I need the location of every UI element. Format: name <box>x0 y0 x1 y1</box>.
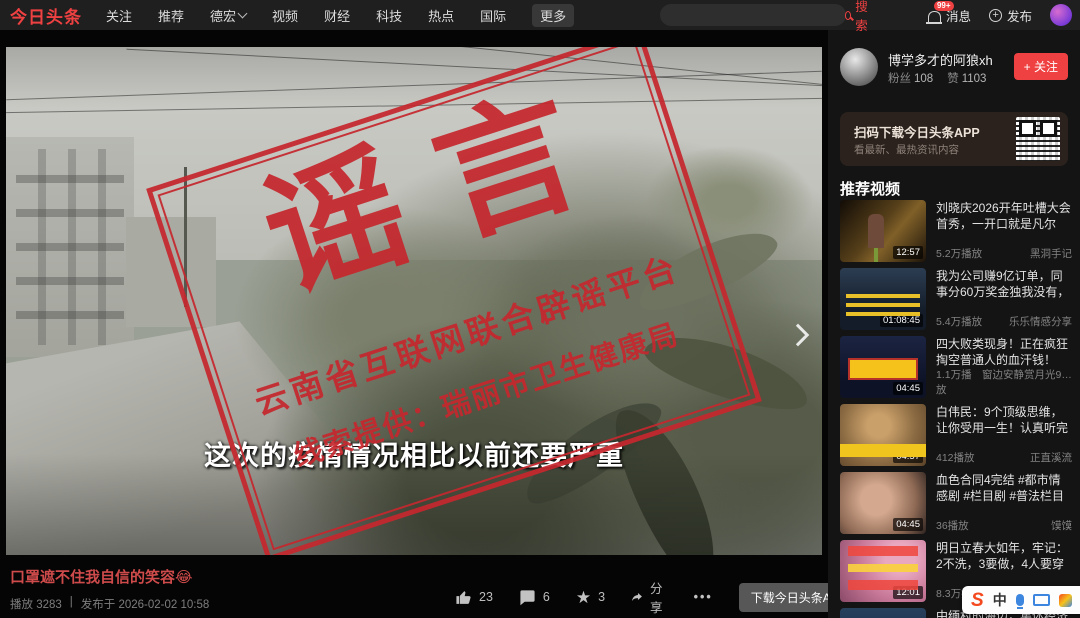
search-input[interactable] <box>660 8 835 22</box>
video-list-item[interactable]: 04:57 白伟民：9个顶级思维，让你受用一生！认真听完这些思维受益匪浅 412… <box>840 404 1072 466</box>
video-author[interactable]: 馍馍 <box>1051 518 1072 533</box>
uploader-avatar[interactable] <box>840 48 878 86</box>
nav-finance[interactable]: 财经 <box>324 6 350 25</box>
uploader-stats: 粉丝108 赞1103 <box>888 70 986 86</box>
comment-button[interactable]: 6 <box>519 589 550 606</box>
video-item-title[interactable]: 血色合同4完结 #都市情感剧 #栏目剧 #普法栏目剧 <box>936 472 1072 504</box>
meta-divider: | <box>70 596 73 612</box>
video-thumbnail[interactable] <box>840 608 926 618</box>
primary-nav: 关注 推荐 德宏 视频 财经 科技 热点 国际 更多 <box>106 4 574 27</box>
bell-icon <box>928 11 941 22</box>
video-title: 口罩遮不住我自信的笑容😂 <box>10 566 193 587</box>
video-thumbnail[interactable]: 04:45 <box>840 336 926 398</box>
video-duration: 12:57 <box>893 246 923 259</box>
plus-circle-icon: + <box>989 9 1002 22</box>
video-duration: 12:01 <box>893 586 923 599</box>
video-actions: 23 6 ★ 3 分享 ••• 下载今日头条APP <box>455 578 859 616</box>
nav-more[interactable]: 更多 <box>532 4 574 27</box>
sogou-logo-icon[interactable]: S <box>971 591 984 610</box>
toutiao-logo[interactable]: 今日头条 <box>10 3 82 28</box>
video-views: 412播放 <box>936 450 975 465</box>
video-item-title[interactable]: 白伟民：9个顶级思维，让你受用一生！认真听完这些思维受益匪浅 <box>936 404 1072 436</box>
qr-code-icon <box>1016 117 1060 161</box>
video-item-title[interactable]: 明日立春大如年，牢记：2不洗，3要做，4人要穿红，有你吗？ <box>936 540 1072 572</box>
keyboard-icon[interactable] <box>1033 594 1050 606</box>
video-item-title[interactable]: 我为公司赚9亿订单，同事分60万奖金独我没有，我递辞职回家继承。 <box>936 268 1072 300</box>
follow-button[interactable]: + 关注 <box>1014 53 1068 80</box>
publish-date: 发布于 2026-02-02 10:58 <box>81 596 210 612</box>
publish-button[interactable]: + 发布 <box>989 6 1032 25</box>
like-button[interactable]: 23 <box>455 589 493 606</box>
video-author[interactable]: 黑洞手记 <box>1030 246 1072 261</box>
video-views: 1.1万播放 <box>936 367 982 397</box>
play-count: 播放 3283 <box>10 596 62 612</box>
user-avatar[interactable] <box>1050 4 1072 26</box>
video-player-area: 这次的疫情情况相比以前还要严重 谣言 云南省互联网联合辟谣平台 线索提供：瑞丽市… <box>0 30 828 618</box>
comment-icon <box>519 589 536 606</box>
thumb-up-icon <box>455 589 472 606</box>
video-thumbnail[interactable]: 04:45 <box>840 472 926 534</box>
nav-dehong[interactable]: 德宏 <box>210 6 246 25</box>
video-thumbnail[interactable]: 12:01 <box>840 540 926 602</box>
uploader-name[interactable]: 博学多才的阿狼xh <box>888 50 993 69</box>
chevron-down-icon <box>238 9 248 19</box>
more-actions-button[interactable]: ••• <box>694 590 713 604</box>
nav-international[interactable]: 国际 <box>480 6 506 25</box>
topbar-right: 99+ 消息 + 发布 <box>928 0 1072 30</box>
video-views: 5.2万播放 <box>936 246 982 261</box>
nav-tech[interactable]: 科技 <box>376 6 402 25</box>
microphone-icon[interactable] <box>1016 594 1024 606</box>
video-duration: 04:57 <box>893 450 923 463</box>
app-download-card[interactable]: 扫码下载今日头条APP 看最新、最热资讯内容 <box>840 112 1068 166</box>
video-list-item[interactable]: 04:45 血色合同4完结 #都市情感剧 #栏目剧 #普法栏目剧 36播放 馍馍 <box>840 472 1072 534</box>
qr-card-title: 扫码下载今日头条APP <box>854 122 980 141</box>
video-author[interactable]: 窗边安静赏月光926 <box>982 367 1072 397</box>
sidebar: 博学多才的阿狼xh 粉丝108 赞1103 + 关注 扫码下载今日头条APP 看… <box>828 30 1080 618</box>
uploader-card: 博学多才的阿狼xh 粉丝108 赞1103 + 关注 <box>840 48 1068 92</box>
qr-card-subtitle: 看最新、最热资讯内容 <box>854 142 959 157</box>
video-thumbnail[interactable]: 04:57 <box>840 404 926 466</box>
nav-recommend[interactable]: 推荐 <box>158 6 184 25</box>
video-views: 5.4万播放 <box>936 314 982 329</box>
video-list-item[interactable]: 01:08:45 我为公司赚9亿订单，同事分60万奖金独我没有，我递辞职回家继承… <box>840 268 1072 330</box>
search-button[interactable]: 搜索 <box>835 0 881 34</box>
ime-toolbar[interactable]: S 中 <box>962 586 1080 614</box>
recommend-video-list: 12:57 刘晓庆2026开年吐槽大会首秀，一开口就是凡尔赛，台下笑声不断 5.… <box>840 200 1072 618</box>
nav-video[interactable]: 视频 <box>272 6 298 25</box>
star-icon: ★ <box>576 589 591 606</box>
video-info-bar: 口罩遮不住我自信的笑容😂 播放 3283 | 发布于 2026-02-02 10… <box>0 556 828 618</box>
share-arrow-icon <box>631 589 643 606</box>
nav-hot[interactable]: 热点 <box>428 6 454 25</box>
video-item-title[interactable]: 刘晓庆2026开年吐槽大会首秀，一开口就是凡尔赛，台下笑声不断 <box>936 200 1072 232</box>
top-navigation-bar: 今日头条 关注 推荐 德宏 视频 财经 科技 热点 国际 更多 搜索 99+ 消… <box>0 0 1080 30</box>
search-icon <box>845 11 851 20</box>
video-list-item[interactable]: 04:45 四大败类现身！正在疯狂掏空普通人的血汗钱！ 1.1万播放窗边安静赏月… <box>840 336 1072 398</box>
notification-badge: 99+ <box>934 1 954 11</box>
search-bar: 搜索 <box>660 4 846 26</box>
share-button[interactable]: 分享 <box>631 578 668 616</box>
video-frame[interactable]: 这次的疫情情况相比以前还要严重 谣言 云南省互联网联合辟谣平台 线索提供：瑞丽市… <box>6 47 822 555</box>
video-views: 36播放 <box>936 518 969 533</box>
ime-skin-icon[interactable] <box>1059 594 1072 607</box>
video-thumbnail[interactable]: 12:57 <box>840 200 926 262</box>
recommend-videos-title: 推荐视频 <box>840 178 900 199</box>
video-list-item[interactable]: 12:57 刘晓庆2026开年吐槽大会首秀，一开口就是凡尔赛，台下笑声不断 5.… <box>840 200 1072 262</box>
video-duration: 04:45 <box>893 382 923 395</box>
video-duration: 01:08:45 <box>880 314 923 327</box>
video-thumbnail[interactable]: 01:08:45 <box>840 268 926 330</box>
page: 今日头条 关注 推荐 德宏 视频 财经 科技 热点 国际 更多 搜索 99+ 消… <box>0 0 1080 618</box>
video-item-title[interactable]: 四大败类现身！正在疯狂掏空普通人的血汗钱！ <box>936 336 1072 368</box>
video-duration: 04:45 <box>893 518 923 531</box>
video-meta: 播放 3283 | 发布于 2026-02-02 10:58 <box>10 596 209 612</box>
video-author[interactable]: 正直溪流 <box>1030 450 1072 465</box>
video-author[interactable]: 乐乐情感分享 <box>1009 314 1072 329</box>
favorite-button[interactable]: ★ 3 <box>576 589 605 606</box>
nav-follow[interactable]: 关注 <box>106 6 132 25</box>
ime-language-icon[interactable]: 中 <box>993 590 1007 610</box>
messages-button[interactable]: 99+ 消息 <box>928 6 971 25</box>
